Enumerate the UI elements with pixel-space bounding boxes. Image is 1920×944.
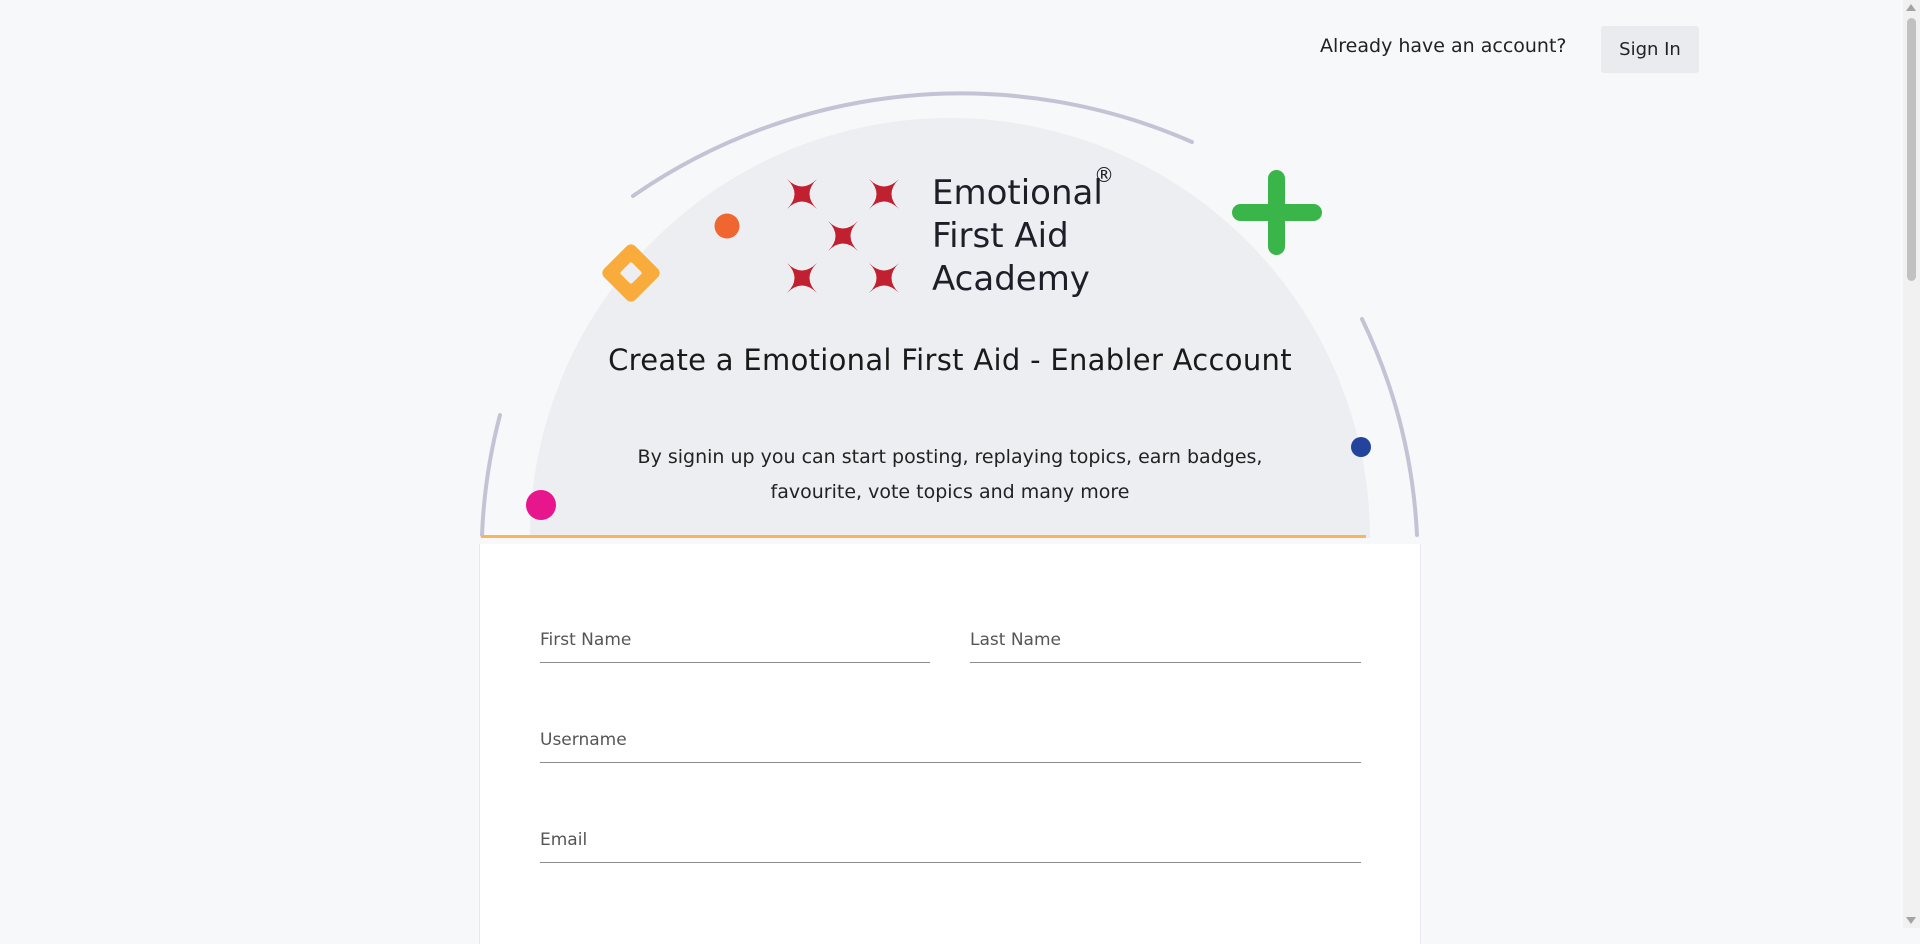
sign-in-button[interactable]: Sign In xyxy=(1601,26,1699,73)
logo-line-1: Emotional xyxy=(932,173,1103,213)
scroll-thumb[interactable] xyxy=(1907,18,1916,281)
last-name-input[interactable] xyxy=(970,630,1365,664)
hero-arc-right xyxy=(1360,317,1419,537)
magenta-dot xyxy=(526,490,556,520)
hero-arc-left xyxy=(480,413,502,537)
email-input[interactable] xyxy=(540,830,1365,864)
email-field[interactable]: Email xyxy=(540,830,1365,864)
registered-mark: ® xyxy=(1094,163,1114,187)
last-name-field[interactable]: Last Name xyxy=(970,630,1365,664)
logo-line-3: Academy xyxy=(932,259,1090,299)
page-title: Create a Emotional First Aid - Enabler A… xyxy=(608,343,1292,377)
blue-dot xyxy=(1351,437,1371,457)
orange-dot xyxy=(714,213,740,239)
plus-shape xyxy=(1232,204,1322,221)
logo-mark-icon xyxy=(787,179,899,293)
plus-shape xyxy=(1268,170,1285,255)
scroll-down-icon[interactable] xyxy=(1906,917,1916,924)
account-question: Already have an account? xyxy=(1320,35,1567,57)
logo-wordmark: Emotional First Aid Academy xyxy=(932,172,1103,301)
page-scrollbar[interactable] xyxy=(1903,0,1920,928)
first-name-input[interactable] xyxy=(540,630,934,664)
page-subtitle: By signin up you can start posting, repl… xyxy=(637,446,1263,503)
scroll-up-icon[interactable] xyxy=(1906,4,1916,11)
logo-line-2: First Aid xyxy=(932,216,1069,256)
first-name-field[interactable]: First Name xyxy=(540,630,934,664)
accent-line xyxy=(481,535,1366,538)
username-field[interactable]: Username xyxy=(540,730,1365,764)
username-input[interactable] xyxy=(540,730,1365,764)
signup-form-card: First Name Last Name Username Email xyxy=(479,544,1421,944)
diamond-shape xyxy=(602,244,660,302)
